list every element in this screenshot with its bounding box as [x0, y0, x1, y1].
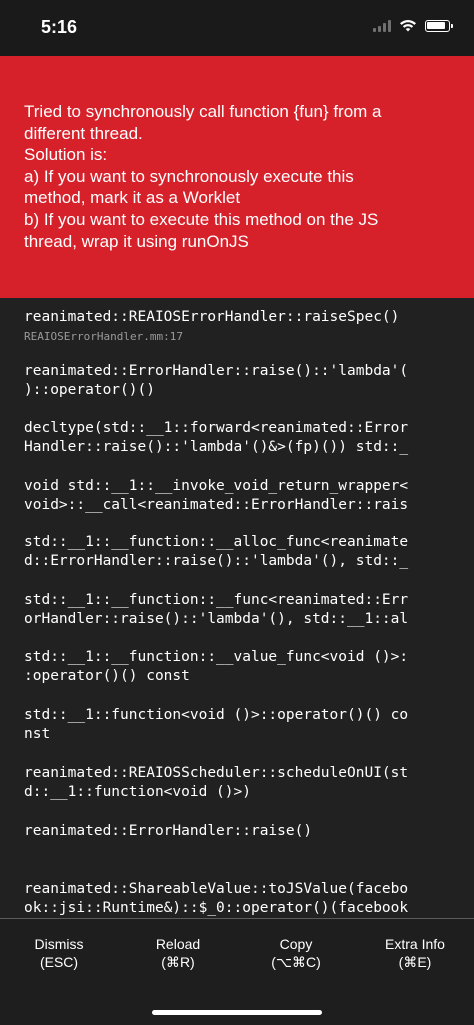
stack-frame-text: reanimated::ErrorHandler::raise()::'lamb… [24, 363, 409, 379]
error-message-line: b) If you want to execute this method on… [24, 209, 379, 229]
dismiss-shortcut: (ESC) [39, 954, 79, 970]
home-indicator [152, 1010, 322, 1015]
reload-label: Reload [155, 936, 201, 952]
stack-frame[interactable]: decltype(std::__1::forward<reanimated::E… [24, 419, 464, 457]
error-message-line: Solution is: [24, 145, 108, 165]
stack-frame[interactable]: reanimated::REAIOSErrorHandler::raiseSpe… [24, 308, 464, 345]
extra-info-label: Extra Info [385, 936, 445, 952]
reload-button[interactable]: Reload (⌘R) [119, 935, 237, 971]
stack-frame[interactable]: std::__1::__function::__value_func<void … [24, 648, 464, 686]
error-message-line: a) If you want to synchronously execute … [24, 166, 354, 186]
error-message-line: different thread. [24, 123, 143, 143]
status-icons [373, 19, 453, 32]
stack-frame-text: std::__1::__function::__value_func<void … [24, 649, 409, 665]
stack-frame[interactable]: reanimated::ErrorHandler::raise()::'lamb… [24, 362, 464, 400]
stack-frame-text: d::ErrorHandler::raise()::'lambda'(), st… [24, 553, 409, 569]
reload-shortcut: (⌘R) [161, 954, 195, 970]
error-message: Tried to synchronously call function {fu… [24, 101, 454, 252]
status-bar: 5:16 [0, 0, 474, 56]
stack-frame[interactable]: reanimated::ErrorHandler::raise() [24, 822, 464, 841]
stack-frame-text: Handler::raise()::'lambda'()&>(fp)()) st… [24, 439, 409, 455]
stack-frame-text: void>::__call<reanimated::ErrorHandler::… [24, 497, 409, 513]
copy-label: Copy [279, 936, 313, 952]
stack-frame-text: void std::__1::__invoke_void_return_wrap… [24, 478, 409, 494]
stack-frame-text: nst [24, 726, 51, 742]
extra-info-button[interactable]: Extra Info (⌘E) [356, 935, 474, 971]
stack-frame[interactable]: std::__1::__function::__alloc_func<reani… [24, 533, 464, 571]
stack-frame-text: std::__1::__function::__alloc_func<reani… [24, 534, 409, 550]
stack-frame-text: reanimated::ShareableValue::toJSValue(fa… [24, 881, 409, 897]
stack-frame-text: :operator()() const [24, 668, 190, 684]
cellular-signal-icon [373, 19, 391, 32]
stack-frame-text: )::operator()() [24, 382, 155, 398]
battery-icon [425, 19, 453, 32]
stack-trace[interactable]: reanimated::REAIOSErrorHandler::raiseSpe… [0, 298, 474, 918]
stack-frame[interactable]: std::__1::__function::__func<reanimated:… [24, 591, 464, 629]
extra-info-shortcut: (⌘E) [398, 954, 432, 970]
stack-frame-text: reanimated::REAIOSErrorHandler::raiseSpe… [24, 309, 400, 325]
stack-frame-text: reanimated::ErrorHandler::raise() [24, 823, 313, 839]
stack-frame-text: reanimated::REAIOSScheduler::scheduleOnU… [24, 765, 409, 781]
stack-frame-file: REAIOSErrorHandler.mm:17 [24, 330, 183, 343]
stack-frame-text: d::__1::function<void ()>) [24, 784, 251, 800]
stack-frame[interactable]: void std::__1::__invoke_void_return_wrap… [24, 477, 464, 515]
bottom-toolbar: Dismiss (ESC) Reload (⌘R) Copy (⌥⌘C) Ext… [0, 918, 474, 1025]
dismiss-button[interactable]: Dismiss (ESC) [0, 935, 118, 971]
error-banner: Tried to synchronously call function {fu… [0, 56, 474, 298]
error-screen: 5:16 Tried to synchronously call functio… [0, 0, 474, 1025]
wifi-icon [400, 20, 416, 32]
stack-frame-text: orHandler::raise()::'lambda'(), std::__1… [24, 611, 409, 627]
stack-frame[interactable]: std::__1::function<void ()>::operator()(… [24, 706, 464, 744]
error-message-line: thread, wrap it using runOnJS [24, 231, 249, 251]
error-message-line: Tried to synchronously call function {fu… [24, 102, 382, 121]
stack-frame[interactable]: reanimated::ShareableValue::toJSValue(fa… [24, 880, 464, 918]
stack-frame-text: decltype(std::__1::forward<reanimated::E… [24, 420, 409, 436]
copy-button[interactable]: Copy (⌥⌘C) [237, 935, 355, 971]
status-time: 5:16 [41, 17, 78, 37]
stack-frame[interactable]: reanimated::REAIOSScheduler::scheduleOnU… [24, 764, 464, 802]
stack-frame-text: std::__1::function<void ()>::operator()(… [24, 707, 409, 723]
copy-shortcut: (⌥⌘C) [271, 954, 321, 970]
stack-frame-text: ok::jsi::Runtime&)::$_0::operator()(face… [24, 900, 409, 916]
dismiss-label: Dismiss [34, 936, 84, 952]
error-message-line: method, mark it as a Worklet [24, 188, 241, 208]
stack-frame-text: std::__1::__function::__func<reanimated:… [24, 592, 409, 608]
